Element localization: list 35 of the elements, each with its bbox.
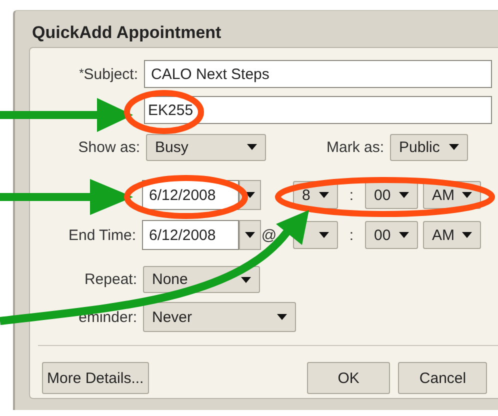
caret-icon — [319, 192, 329, 198]
caret-icon — [462, 192, 472, 198]
caret-icon — [319, 232, 329, 238]
dropdown[interactable]: Never — [143, 302, 296, 332]
repeat-label: Repeat: — [83, 271, 137, 288]
subject-label: *Subject: — [78, 66, 138, 82]
at-sign: @ — [261, 226, 277, 244]
caret-icon — [399, 192, 409, 198]
caret-icon — [245, 232, 255, 238]
dialog-button[interactable]: Cancel — [398, 362, 488, 394]
location-field[interactable]: EK255 — [144, 96, 492, 124]
mark-as-label: Mark as: — [325, 138, 384, 156]
caret-icon — [277, 314, 287, 320]
reminder-label: eminder: — [78, 308, 137, 326]
subject-field[interactable]: CALO Next Steps — [144, 60, 492, 88]
end-time-label: End Time: — [67, 226, 136, 244]
caret-icon — [241, 276, 251, 282]
caret-icon — [449, 144, 459, 150]
window-title: QuickAdd Appointment — [31, 22, 222, 44]
dropdown[interactable]: Public — [390, 134, 468, 160]
dialog-button[interactable]: OK — [306, 362, 390, 394]
dropdown[interactable]: AM — [423, 221, 481, 249]
dropdown[interactable]: 00 — [365, 221, 418, 249]
caret-icon — [399, 232, 409, 238]
end-date-field[interactable]: 6/12/2008 — [142, 220, 239, 250]
caret-icon — [462, 232, 472, 238]
time-separator: : — [349, 226, 354, 244]
date-dropdown-button[interactable] — [239, 220, 261, 250]
caret-icon — [245, 192, 255, 198]
caret-icon — [247, 144, 257, 150]
dropdown[interactable]: 00 — [365, 181, 418, 209]
dialog-button[interactable]: More Details... — [42, 362, 149, 394]
show-as-label: Show as: — [77, 138, 140, 156]
dropdown[interactable]: Busy — [146, 134, 266, 160]
time-separator: : — [349, 186, 354, 204]
